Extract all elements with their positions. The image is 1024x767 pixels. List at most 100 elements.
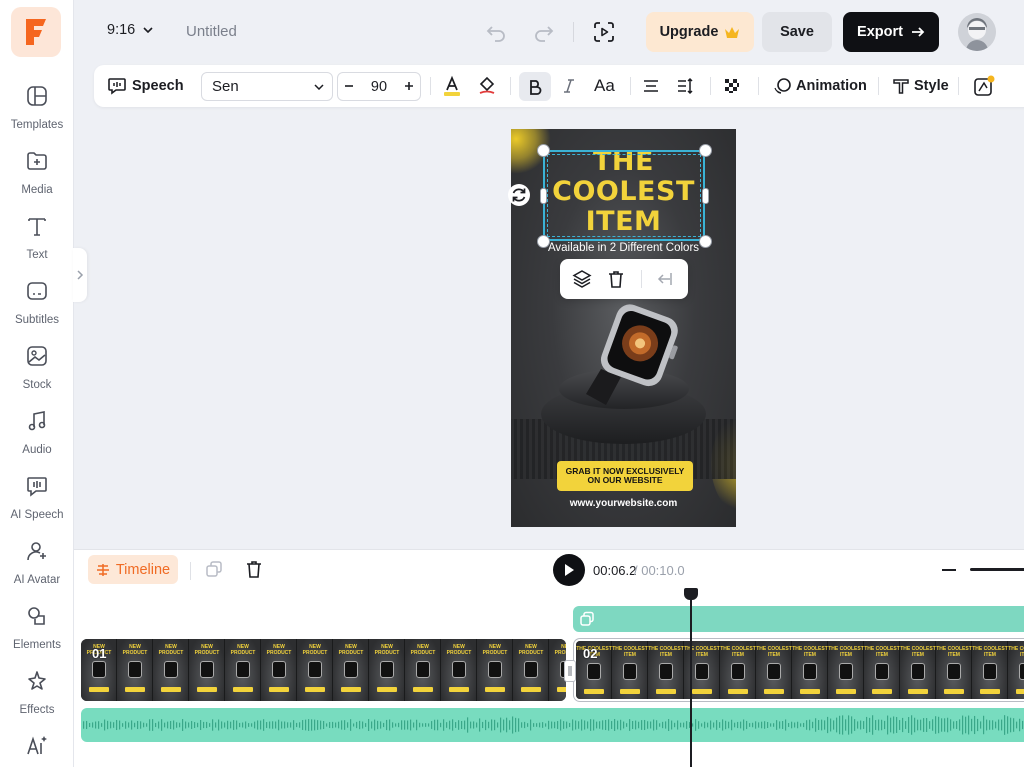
waveform-bar [731,719,733,731]
resize-handle-right[interactable] [702,188,709,204]
speech-button[interactable]: Speech [107,65,184,107]
audio-track[interactable] [81,708,1024,742]
play-button[interactable] [553,554,585,586]
font-family-select[interactable]: Sen [201,72,333,101]
user-avatar[interactable] [958,13,996,51]
video-clip-01[interactable]: NEW PRODUCT NEW PRODUCT NEW PRODUCT NEW PRO… [81,639,566,701]
save-button[interactable]: Save [762,12,832,52]
undo-button[interactable] [484,20,508,44]
thumbnail-watch [695,663,709,680]
waveform-bar [809,719,811,731]
effects-icon [25,667,49,698]
waveform-bar [143,722,145,728]
sidebar-item-ai-tools[interactable]: AI Tools [0,732,74,767]
chevron-right-icon [77,270,84,280]
font-size-stepper: 90 [337,72,421,101]
preview-button[interactable] [592,20,616,44]
redo-button[interactable] [532,20,556,44]
highlight-color-button[interactable] [477,65,497,107]
waveform-bar [893,716,895,734]
upgrade-button[interactable]: Upgrade [646,12,754,52]
sidebar-item-effects[interactable]: Effects [0,667,74,723]
font-size-decrease-button[interactable] [344,79,354,95]
sidebar-item-subtitles[interactable]: Subtitles [0,277,74,333]
animation-label: Animation [796,78,867,94]
overlay-track[interactable] [573,606,1024,632]
font-size-increase-button[interactable] [404,79,414,95]
align-button[interactable] [642,65,660,107]
sidebar-item-elements[interactable]: Elements [0,602,74,658]
waveform-bar [536,723,538,727]
waveform-bar [869,717,871,733]
chevron-down-icon [143,27,153,33]
toolbar-divider [958,77,959,95]
export-button[interactable]: Export [843,12,939,52]
sidebar-collapse-toggle[interactable] [73,248,87,302]
waveform-bar [107,720,109,730]
resize-handle-top-right[interactable] [699,144,712,157]
waveform-bar [149,719,151,731]
poster-website[interactable]: www.yourwebsite.com [511,498,736,509]
delete-clip-button[interactable] [243,558,265,580]
italic-button[interactable] [562,65,576,107]
waveform-bar [329,722,331,728]
resize-handle-top-left[interactable] [537,144,550,157]
thumbnail-cta [485,687,505,692]
rotate-handle[interactable] [508,184,530,206]
sidebar-item-stock[interactable]: Stock [0,342,74,398]
clip-thumbnail: THE COOLEST ITEM [792,641,828,699]
waveform-bar [650,721,652,729]
smartwatch-image[interactable] [566,299,686,419]
zoom-slider[interactable] [970,568,1024,571]
app-logo[interactable] [11,7,61,57]
waveform-bar [986,719,988,731]
thumbnail-cta [341,687,361,692]
waveform-bar [311,719,313,731]
clip-transition-handle[interactable] [564,660,576,682]
waveform-bar [395,723,397,727]
waveform-bar [797,721,799,729]
clip-thumbnail: NEW PRODUCT [477,639,513,701]
video-clip-02[interactable]: THE COOLEST ITEM THE COOLEST ITEM THE COOL… [573,638,1024,702]
delete-element-button[interactable] [604,267,628,291]
line-spacing-button[interactable] [676,65,694,107]
playhead[interactable] [690,590,692,767]
text-color-button[interactable] [442,65,462,107]
poster-cta[interactable]: GRAB IT NOW EXCLUSIVELY ON OUR WEBSITE [557,461,693,491]
duplicate-clip-button[interactable] [203,558,225,580]
zoom-out-button[interactable] [942,569,956,571]
sidebar-item-audio[interactable]: Audio [0,407,74,463]
document-title[interactable]: Untitled [186,23,237,40]
waveform-bar [989,720,991,730]
playhead-handle[interactable] [684,588,698,600]
waveform-bar [317,720,319,730]
resize-handle-bottom-left[interactable] [537,235,550,248]
opacity-button[interactable] [724,65,740,107]
resize-handle-bottom-right[interactable] [699,235,712,248]
collapse-menu-button[interactable] [652,267,676,291]
aspect-ratio-selector[interactable]: 9:16 [107,22,153,38]
style-button[interactable]: Style [892,65,949,107]
thumbnail-watch [947,663,961,680]
thumbnail-cta [89,687,109,692]
sidebar-item-media[interactable]: Media [0,147,74,203]
waveform-bar [389,719,391,731]
sidebar-item-ai-avatar[interactable]: AI Avatar [0,537,74,593]
text-case-button[interactable]: Aa [594,65,615,107]
animation-button[interactable]: Animation [774,65,867,107]
thumbnail-cta [305,687,325,692]
waveform-bar [563,721,565,729]
thumbnail-watch [875,663,889,680]
sidebar-item-text[interactable]: Text [0,212,74,268]
waveform-bar [545,723,547,727]
layers-button[interactable] [570,267,594,291]
brand-kit-button[interactable] [972,65,996,107]
timeline-tab[interactable]: Timeline [88,555,178,584]
sidebar-item-templates[interactable]: Templates [0,82,74,138]
waveform-bar [110,721,112,729]
resize-handle-left[interactable] [540,188,547,204]
sidebar-item-ai-speech[interactable]: AI Speech [0,472,74,528]
bold-button[interactable] [519,72,551,101]
waveform-bar [296,722,298,728]
font-size-value[interactable]: 90 [371,79,387,95]
